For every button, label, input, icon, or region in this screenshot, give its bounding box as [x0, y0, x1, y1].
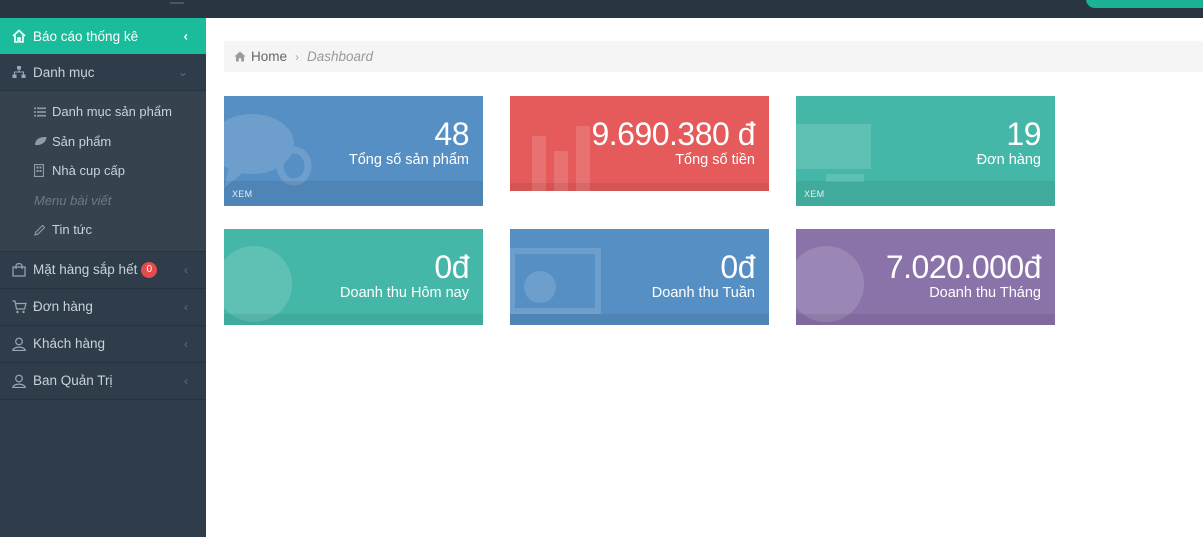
card-footer — [224, 314, 483, 325]
stat-value: 7.020.000đ — [885, 249, 1042, 285]
sidebar-item-danh-muc[interactable]: Danh mục ⌄ — [0, 54, 206, 91]
chevron-down-icon: ⌄ — [177, 65, 188, 79]
stat-label: Đơn hàng — [976, 152, 1041, 168]
building-icon — [34, 164, 48, 178]
stat-value: 0đ — [720, 249, 755, 285]
home-icon — [10, 27, 28, 45]
danh-muc-submenu: Danh mục sản phẩm Sản phẩm Nhà cup cấp M… — [0, 91, 206, 252]
submenu-item-menu-bai-viet[interactable]: Menu bài viết — [0, 186, 206, 216]
globe-icon — [796, 246, 864, 322]
stat-label: Doanh thu Hôm nay — [340, 285, 469, 301]
shopping-bag-icon — [10, 261, 28, 279]
chevron-left-icon: ‹ — [184, 373, 188, 388]
chevron-left-icon: ‹ — [184, 336, 188, 351]
submenu-item-san-pham[interactable]: Sản phẩm — [0, 127, 206, 157]
breadcrumb-home-link[interactable]: Home — [251, 49, 287, 64]
stat-value: 0đ — [434, 249, 469, 285]
stat-card-revenue-month[interactable]: 7.020.000đ Doanh thu Tháng — [796, 229, 1055, 325]
sidebar-item-khach-hang[interactable]: Khách hàng ‹ — [0, 326, 206, 363]
chevron-left-icon: ‹ — [184, 262, 188, 277]
stat-card-products[interactable]: 48 Tổng số sản phẩm XEM — [224, 96, 483, 206]
sidebar-item-ban-quan-tri[interactable]: Ban Quản Trị ‹ — [0, 363, 206, 400]
sidebar-item-don-hang[interactable]: Đơn hàng ‹ — [0, 289, 206, 326]
card-footer — [796, 314, 1055, 325]
breadcrumb: Home › Dashboard — [224, 41, 1203, 72]
submenu-item-label: Nhà cup cấp — [52, 163, 125, 179]
sidebar-item-bao-cao[interactable]: Báo cáo thống kê ‹ — [0, 18, 206, 54]
user-icon — [10, 335, 28, 353]
card-footer: XEM — [224, 181, 483, 206]
submenu-item-label: Tin tức — [52, 222, 93, 238]
stat-label: Tổng số sản phẩm — [348, 152, 469, 168]
money-icon — [510, 248, 601, 314]
cart-icon — [10, 298, 28, 316]
leaf-icon — [34, 136, 48, 146]
chevron-right-icon: › — [295, 49, 300, 64]
submenu-item-label: Menu bài viết — [34, 192, 112, 208]
submenu-item-nha-cung-cap[interactable]: Nhà cup cấp — [0, 156, 206, 186]
list-icon — [34, 107, 48, 117]
card-footer — [510, 314, 769, 325]
top-bar — [0, 0, 1203, 18]
submenu-item-label: Sản phẩm — [52, 133, 112, 149]
submenu-item-danh-muc-san-pham[interactable]: Danh mục sản phẩm — [0, 97, 206, 127]
sidebar-item-label: Danh mục — [33, 64, 95, 80]
breadcrumb-current: Dashboard — [307, 49, 374, 64]
stat-value: 9.690.380 đ — [591, 116, 755, 152]
user-icon — [10, 372, 28, 390]
globe-icon — [224, 246, 292, 322]
stat-card-revenue-week[interactable]: 0đ Doanh thu Tuần — [510, 229, 769, 325]
stat-card-orders[interactable]: 19 Đơn hàng XEM — [796, 96, 1055, 206]
sidebar-item-label: Ban Quản Trị — [33, 373, 113, 388]
sitemap-icon — [10, 63, 28, 81]
home-icon — [234, 51, 246, 62]
menu-toggle-icon[interactable] — [170, 2, 184, 4]
user-pill[interactable] — [1086, 0, 1203, 8]
chevron-left-icon: ‹ — [184, 299, 188, 314]
pencil-icon — [34, 224, 48, 236]
view-link[interactable]: XEM — [804, 189, 824, 199]
card-footer: XEM — [796, 181, 1055, 206]
submenu-item-tin-tuc[interactable]: Tin tức — [0, 215, 206, 245]
stat-value: 48 — [434, 116, 469, 152]
sidebar: Báo cáo thống kê ‹ Danh mục ⌄ Danh mục s… — [0, 18, 206, 537]
card-footer — [510, 183, 769, 191]
sidebar-item-label: Đơn hàng — [33, 299, 93, 314]
low-stock-count-badge: 0 — [141, 261, 158, 278]
stat-label: Doanh thu Tháng — [929, 285, 1041, 301]
sidebar-item-label: Báo cáo thống kê — [33, 28, 139, 44]
view-link[interactable]: XEM — [232, 189, 252, 199]
submenu-item-label: Danh mục sản phẩm — [52, 104, 172, 120]
stat-label: Doanh thu Tuần — [651, 285, 755, 301]
stat-label: Tổng số tiền — [675, 152, 755, 168]
sidebar-item-mat-hang-sap-het[interactable]: Mặt hàng sắp hết 0 ‹ — [0, 252, 206, 289]
chevron-left-icon: ‹ — [183, 28, 188, 44]
sidebar-item-label: Khách hàng — [33, 336, 106, 351]
sidebar-item-label: Mặt hàng sắp hết — [33, 262, 138, 277]
stat-value: 19 — [1006, 116, 1041, 152]
stat-card-total-money[interactable]: 9.690.380 đ Tổng số tiền — [510, 96, 769, 191]
stat-card-revenue-today[interactable]: 0đ Doanh thu Hôm nay — [224, 229, 483, 325]
